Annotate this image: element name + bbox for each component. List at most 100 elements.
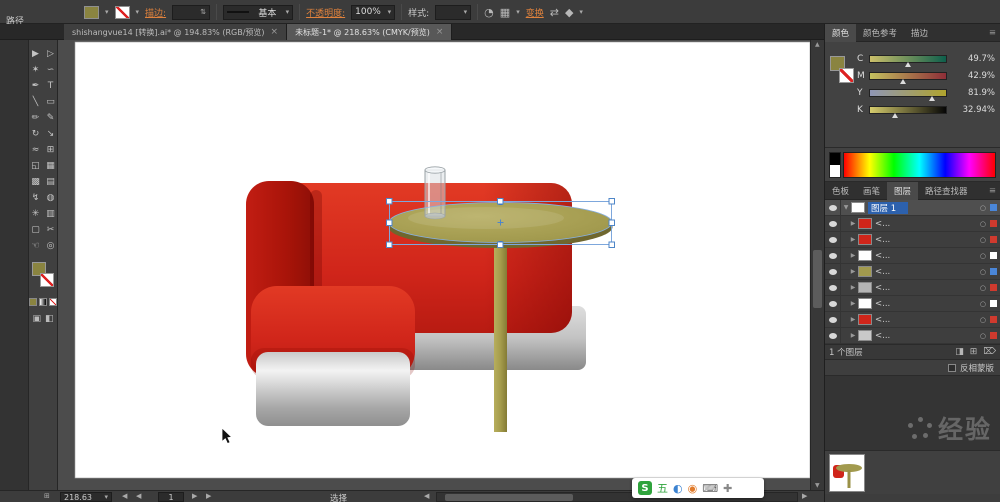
skin-icon[interactable]: ◉ (688, 482, 698, 495)
target-circle-icon[interactable]: ○ (980, 284, 986, 292)
layer-label[interactable]: 图层 1 (868, 201, 978, 214)
expand-arrow-icon[interactable]: ▶ (848, 284, 858, 291)
layer-row[interactable]: ▶ <... ○ (825, 215, 1000, 232)
pencil-tool[interactable]: ✎ (43, 110, 58, 126)
sogou-logo-icon[interactable]: S (638, 481, 652, 495)
column-graph-tool[interactable]: ▥ (43, 206, 58, 222)
vertical-scrollbar[interactable]: ▲ ▼ (810, 40, 824, 490)
zoom-combo[interactable]: 218.63 ▾ (60, 492, 112, 502)
scrollbar-thumb[interactable] (813, 250, 822, 308)
lasso-tool[interactable]: ∽ (43, 62, 58, 78)
stroke-width-combo[interactable]: ⇅ (172, 4, 211, 20)
target-circle-icon[interactable]: ○ (980, 268, 986, 276)
opacity-link[interactable]: 不透明度: (306, 6, 345, 19)
tab-layers[interactable]: 图层 (887, 181, 919, 200)
slice-tool[interactable]: ✂ (43, 222, 58, 238)
visibility-eye-icon[interactable] (825, 247, 841, 264)
chevron-down-icon[interactable]: ▾ (105, 8, 109, 16)
close-tab-icon[interactable]: × (436, 27, 444, 37)
visibility-eye-icon[interactable] (825, 279, 841, 296)
selection-tool[interactable]: ▶ (28, 46, 43, 62)
first-page-icon[interactable]: ◀ (122, 492, 127, 500)
free-transform-tool[interactable]: ⊞ (43, 142, 58, 158)
gradient-mode-icon[interactable] (39, 298, 47, 306)
layer-label[interactable]: <... (875, 283, 978, 293)
shuffle-icon[interactable]: ⇄ (550, 6, 559, 19)
target-circle-icon[interactable]: ○ (980, 332, 986, 340)
visibility-eye-icon[interactable] (825, 231, 841, 248)
scroll-down-icon[interactable]: ▼ (815, 482, 820, 489)
width-tool[interactable]: ≈ (28, 142, 43, 158)
visibility-eye-icon[interactable] (825, 215, 841, 232)
tab-pathfinder[interactable]: 路径查找器 (918, 182, 975, 200)
night-mode-icon[interactable]: ◐ (673, 482, 683, 495)
tab-brushes[interactable]: 画笔 (856, 182, 887, 200)
document-tab[interactable]: shishangvue14 [转换].ai* @ 194.83% (RGB/预览… (64, 24, 288, 40)
target-circle-icon[interactable]: ○ (980, 220, 986, 228)
target-circle-icon[interactable]: ○ (980, 316, 986, 324)
layer-row[interactable]: ▶ <... ○ (825, 247, 1000, 264)
clipping-mask-icon[interactable]: ◨ (955, 347, 964, 357)
layer-label[interactable]: <... (875, 299, 978, 309)
type-tool[interactable]: T (43, 78, 58, 94)
channel-k-slider[interactable] (869, 106, 947, 118)
mesh-tool[interactable]: ▩ (28, 174, 43, 190)
stroke-swatch[interactable] (40, 273, 54, 287)
gradient-tool[interactable]: ▤ (43, 174, 58, 190)
expand-arrow-icon[interactable]: ▶ (848, 268, 858, 275)
chevron-down-icon[interactable]: ▾ (286, 8, 290, 16)
expand-arrow-icon[interactable]: ▼ (841, 204, 851, 211)
fill-color-swatch[interactable] (84, 5, 99, 19)
tab-color[interactable]: 颜色 (825, 23, 857, 42)
artboard-canvas[interactable] (58, 40, 811, 490)
layer-row[interactable]: ▶ <... ○ (825, 279, 1000, 296)
visibility-eye-icon[interactable] (825, 327, 841, 344)
artboard-tool[interactable]: ▢ (28, 222, 43, 238)
style-combo[interactable]: ▾ (435, 4, 472, 20)
sofa-base-left[interactable] (256, 352, 410, 426)
none-mode-icon[interactable] (49, 298, 57, 306)
magic-wand-tool[interactable]: ✶ (28, 62, 43, 78)
channel-m-slider[interactable] (869, 72, 947, 84)
rotate-tool[interactable]: ↻ (28, 126, 43, 142)
channel-m-value[interactable]: 42.9% (949, 71, 995, 81)
target-circle-icon[interactable]: ○ (980, 300, 986, 308)
expand-arrow-icon[interactable]: ▶ (848, 300, 858, 307)
symbol-sprayer-tool[interactable]: ✳ (28, 206, 43, 222)
panel-menu-icon[interactable]: ≡ (989, 186, 996, 196)
tab-stroke[interactable]: 描边 (904, 24, 935, 42)
target-circle-icon[interactable]: ○ (980, 204, 986, 212)
invert-mask-checkbox[interactable] (947, 363, 956, 372)
color-mode-icon[interactable] (29, 298, 37, 306)
paintbrush-tool[interactable]: ✏ (28, 110, 43, 126)
tab-swatches[interactable]: 色板 (825, 182, 856, 200)
expand-arrow-icon[interactable]: ▶ (848, 332, 858, 339)
expand-arrow-icon[interactable]: ▶ (848, 252, 858, 259)
layer-label[interactable]: <... (875, 235, 978, 245)
opacity-combo[interactable]: 100% ▾ (351, 4, 396, 20)
tab-color-guide[interactable]: 颜色参考 (856, 24, 904, 42)
layer-label[interactable]: <... (875, 219, 978, 229)
layer-label[interactable]: <... (875, 251, 978, 261)
visibility-eye-icon[interactable] (825, 295, 841, 312)
hand-tool[interactable]: ☜ (28, 238, 43, 254)
keyboard-icon[interactable]: ⌨ (702, 482, 718, 495)
transform-link[interactable]: 变换 (526, 6, 544, 19)
direct-selection-tool[interactable]: ▷ (43, 46, 58, 62)
stepper-icon[interactable]: ⇅ (200, 8, 206, 16)
channel-c-value[interactable]: 49.7% (949, 54, 995, 64)
black-white-swatches[interactable] (829, 152, 841, 178)
draw-mode-icon[interactable]: ▣ (32, 314, 41, 324)
chevron-down-icon[interactable]: ▾ (136, 8, 140, 16)
document-tab-active[interactable]: 未标题-1* @ 218.63% (CMYK/预览) × (287, 24, 453, 40)
page-field[interactable]: 1 (158, 492, 184, 502)
last-page-icon[interactable]: ▶ (206, 492, 211, 500)
expand-arrow-icon[interactable]: ▶ (848, 236, 858, 243)
layer-row[interactable]: ▶ <... ○ (825, 327, 1000, 344)
scroll-up-icon[interactable]: ▲ (815, 41, 820, 48)
channel-y-value[interactable]: 81.9% (949, 88, 995, 98)
stroke-link[interactable]: 描边: (145, 6, 166, 19)
layer-row[interactable]: ▶ <... ○ (825, 311, 1000, 328)
chevron-down-icon[interactable]: ▾ (516, 8, 520, 16)
next-page-icon[interactable]: ▶ (192, 492, 197, 500)
